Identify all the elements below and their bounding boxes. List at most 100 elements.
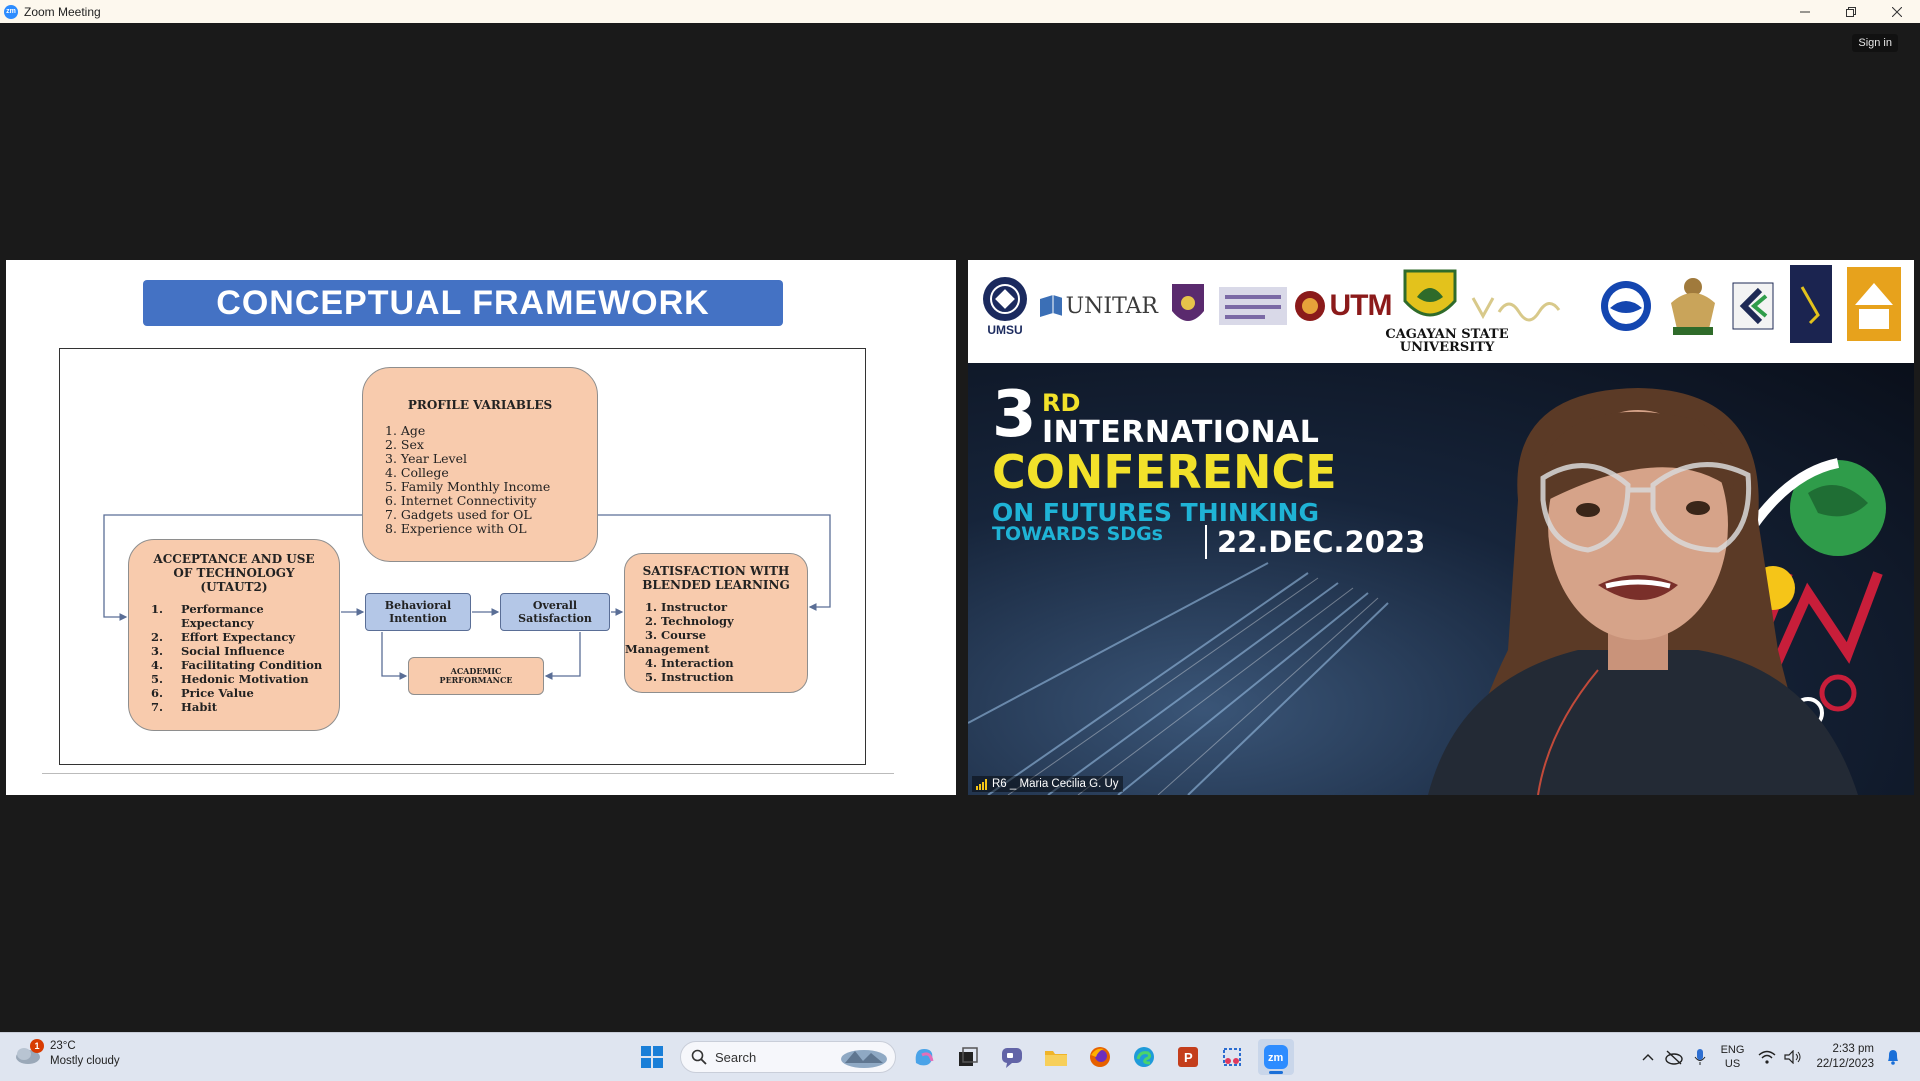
participant-video-tile[interactable]: UMSU UNITAR UTM CAGAYAN STATE UNIVERSITY: [968, 260, 1914, 795]
list-item: 5. Instruction: [645, 670, 734, 684]
cagayan-shield-logo: [1400, 264, 1460, 332]
satisfaction-heading: SATISFACTION WITH BLENDED LEARNING: [625, 564, 807, 592]
uitm-text-icon: [1219, 287, 1287, 325]
snipping-tool-button[interactable]: [1214, 1039, 1250, 1075]
powerpoint-button[interactable]: P: [1170, 1039, 1206, 1075]
minimize-icon: [1800, 11, 1810, 12]
participant-person: [1428, 388, 1858, 795]
satisfaction-blended-box: SATISFACTION WITH BLENDED LEARNING 1. In…: [624, 553, 808, 693]
microphone-button[interactable]: [1687, 1042, 1713, 1072]
restore-icon: [1846, 6, 1856, 17]
snipping-tool-icon: [1223, 1048, 1241, 1066]
blue-globe-icon: [1601, 281, 1651, 331]
wifi-icon: [1758, 1050, 1776, 1064]
close-button[interactable]: [1874, 0, 1920, 23]
acceptance-technology-box: ACCEPTANCE AND USE OF TECHNOLOGY (UTAUT2…: [128, 539, 340, 731]
weather-text: 23°C Mostly cloudy: [50, 1039, 120, 1069]
umsu-seal-icon: [983, 277, 1027, 321]
item-text: Hedonic Motivation: [181, 672, 309, 686]
item-text: Facilitating Condition: [181, 658, 323, 672]
active-app-indicator: [1269, 1071, 1283, 1074]
box-line: Satisfaction: [518, 612, 592, 625]
list-item: 3. Year Level: [385, 451, 468, 466]
building-icon: [1847, 267, 1901, 341]
onedrive-button[interactable]: [1661, 1042, 1687, 1072]
item-number: [151, 616, 181, 630]
box-line: Intention: [389, 612, 447, 625]
search-label: Search: [715, 1049, 757, 1065]
item-number: 6.: [151, 686, 164, 700]
volume-button[interactable]: [1780, 1042, 1806, 1072]
show-hidden-icons-button[interactable]: [1635, 1042, 1661, 1072]
conference-date: 22.DEC.2023: [1205, 525, 1425, 559]
script-logo: [1468, 272, 1564, 340]
weather-temp: 23°C: [50, 1040, 76, 1052]
item-text: Expectancy: [181, 616, 254, 630]
acceptance-list: 1. Performance Expectancy 2. Effort Expect…: [151, 602, 339, 714]
chevron-up-icon: [1642, 1054, 1654, 1061]
item-number: 4.: [151, 658, 164, 672]
list-item: 3. Social Influence: [151, 644, 339, 658]
item-text: Social Influence: [181, 644, 285, 658]
item-number: 2.: [151, 630, 164, 644]
copilot-button[interactable]: [906, 1039, 942, 1075]
signal-strength-icon: [976, 778, 987, 790]
framework-diagram: PROFILE VARIABLES 1. Age 2. Sex 3. Year …: [59, 348, 866, 765]
taskbar-search[interactable]: Search: [680, 1041, 896, 1073]
folder-icon: [1045, 1051, 1067, 1066]
windows-taskbar: 1 23°C Mostly cloudy Search P zm ENG US …: [0, 1032, 1920, 1081]
file-explorer-button[interactable]: [1038, 1039, 1074, 1075]
list-item: 4. Facilitating Condition: [151, 658, 339, 672]
task-view-button[interactable]: [950, 1039, 986, 1075]
item-number: 7.: [151, 700, 164, 714]
unitar-book-icon: [1040, 295, 1062, 317]
sign-in-button[interactable]: Sign in: [1852, 34, 1898, 52]
language-indicator[interactable]: ENG US: [1721, 1043, 1745, 1071]
box-line: Overall: [532, 599, 578, 612]
weather-widget[interactable]: 1 23°C Mostly cloudy: [14, 1039, 120, 1069]
item-text: Performance: [181, 602, 264, 616]
edge-icon: [1134, 1047, 1154, 1067]
taskbar-clock[interactable]: 2:33 pm 22/12/2023: [1816, 1042, 1874, 1072]
heading-line: SATISFACTION WITH: [642, 564, 790, 578]
minimize-button[interactable]: [1782, 0, 1828, 23]
deity-figure-icon: [1671, 278, 1715, 335]
slide-title: CONCEPTUAL FRAMEWORK: [143, 280, 783, 326]
list-item: 4. College: [385, 465, 449, 480]
firefox-button[interactable]: [1082, 1039, 1118, 1075]
heading-line: BLENDED LEARNING: [642, 578, 790, 592]
powerpoint-icon: P: [1178, 1047, 1198, 1067]
zoom-button[interactable]: zm: [1258, 1039, 1294, 1075]
heading-line: (UTAUT2): [200, 580, 268, 594]
deity-logo: [1662, 272, 1724, 340]
wifi-button[interactable]: [1754, 1042, 1780, 1072]
list-item: 4. Interaction: [645, 656, 734, 670]
edge-button[interactable]: [1126, 1039, 1162, 1075]
start-button[interactable]: [634, 1039, 670, 1075]
list-item: 2. Sex: [385, 437, 424, 452]
svg-text:zm: zm: [1268, 1052, 1284, 1064]
profile-list: 1. Age 2. Sex 3. Year Level 4. College 5…: [385, 424, 597, 536]
overall-satisfaction-box: Overall Satisfaction: [500, 593, 610, 631]
window-titlebar: zm Zoom Meeting: [0, 0, 1920, 23]
unitar-label: UNITAR: [1065, 293, 1158, 319]
list-item: 1. Performance: [151, 602, 339, 616]
behavioral-intention-box: Behavioral Intention: [365, 593, 471, 631]
box-line: Behavioral: [384, 599, 452, 612]
restore-button[interactable]: [1828, 0, 1874, 23]
list-item: 2. Technology: [645, 614, 734, 628]
heading-line: OF TECHNOLOGY: [173, 566, 295, 580]
crest-logo-1: [1168, 272, 1208, 340]
chevron-logo-icon: [1732, 282, 1774, 330]
teams-chat-button[interactable]: [994, 1039, 1030, 1075]
utm-seal-icon: [1294, 291, 1325, 321]
navy-banner-logo: [1786, 265, 1836, 343]
green-arrow-logo: [1728, 272, 1778, 340]
umsu-label: UMSU: [987, 323, 1023, 337]
microphone-icon: [1694, 1049, 1706, 1065]
script-text-icon: [1471, 297, 1561, 322]
notifications-button[interactable]: [1880, 1042, 1906, 1072]
blue-emblem-logo: [1596, 272, 1656, 340]
region-code: US: [1724, 1058, 1741, 1070]
umsu-logo: UMSU: [978, 272, 1032, 340]
